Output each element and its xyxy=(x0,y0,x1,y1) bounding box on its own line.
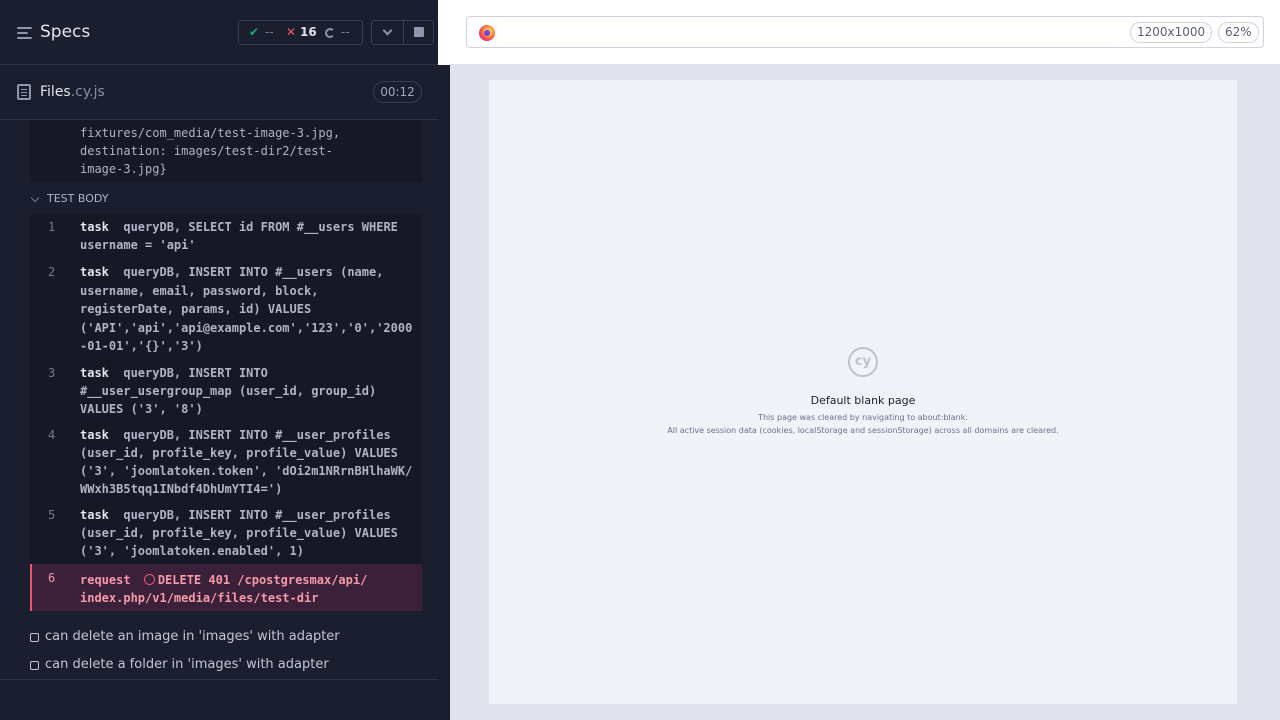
scrollbar-track[interactable] xyxy=(438,65,450,720)
command-number: 4 xyxy=(48,428,56,442)
reporter-panel: Specs ✔ -- ✕ 16 -- Files.cy.js 00:12 fix… xyxy=(0,0,438,720)
specs-header: Specs ✔ -- ✕ 16 -- xyxy=(0,0,438,65)
spec-file-bar: Files.cy.js 00:12 xyxy=(0,65,438,120)
pending-count: -- xyxy=(341,25,350,39)
before-block: fixtures/com_media/test-image-3.jpg, des… xyxy=(30,120,422,182)
command-number: 3 xyxy=(48,366,56,380)
menu-icon[interactable] xyxy=(17,27,32,39)
command-row[interactable]: 5 task queryDB, INSERT INTO #__user_prof… xyxy=(30,506,422,560)
test-stats: ✔ -- ✕ 16 -- xyxy=(238,20,363,45)
app-under-test-frame[interactable]: cy Default blank page This page was clea… xyxy=(489,80,1237,704)
cypress-logo-icon: cy xyxy=(848,347,878,377)
blank-page-description: All active session data (cookies, localS… xyxy=(667,426,1059,435)
file-extension: .cy.js xyxy=(70,84,105,100)
command-row[interactable]: 2 task queryDB, INSERT INTO #__users (na… xyxy=(30,263,422,353)
before-block-text: fixtures/com_media/test-image-3.jpg, des… xyxy=(80,126,341,176)
command-number: 1 xyxy=(48,220,56,234)
test-title: can delete a folder in 'images' with ada… xyxy=(45,657,329,672)
command-row[interactable]: 4 task queryDB, INSERT INTO #__user_prof… xyxy=(30,426,422,498)
specs-title[interactable]: Specs xyxy=(40,22,90,42)
command-name: request xyxy=(80,573,131,587)
document-icon xyxy=(17,84,31,100)
blank-page-description: This page was cleared by navigating to a… xyxy=(758,413,968,422)
command-number: 6 xyxy=(48,571,56,585)
passed-count: -- xyxy=(265,25,274,39)
failed-command-row[interactable]: 6 request DELETE 401 /cpostgresmax/api/ … xyxy=(30,564,422,611)
pending-square-icon xyxy=(30,633,39,642)
command-message: queryDB, INSERT INTO #__user_profiles (u… xyxy=(80,428,413,496)
chevron-down-icon[interactable] xyxy=(30,193,40,203)
command-name: task xyxy=(80,220,109,234)
firefox-icon xyxy=(479,25,495,41)
command-name: task xyxy=(80,366,109,380)
command-name: task xyxy=(80,508,109,522)
command-row[interactable]: 3 task queryDB, INSERT INTO #__user_user… xyxy=(30,364,422,418)
check-icon: ✔ xyxy=(249,25,260,39)
blank-page-title: Default blank page xyxy=(810,394,916,407)
failed-circle-icon xyxy=(143,574,155,585)
command-message: queryDB, INSERT INTO #__user_usergroup_m… xyxy=(80,366,377,416)
run-controls xyxy=(371,20,434,45)
command-log: fixtures/com_media/test-image-3.jpg, des… xyxy=(0,120,438,679)
command-number: 2 xyxy=(48,265,56,279)
spec-file-name[interactable]: Files.cy.js xyxy=(40,84,105,100)
command-message: queryDB, SELECT id FROM #__users WHERE u… xyxy=(80,220,398,252)
app-preview-panel: 1200x1000 62% cy Default blank page This… xyxy=(450,0,1280,720)
test-body-header[interactable]: TEST BODY xyxy=(47,192,108,205)
viewport-size-badge[interactable]: 1200x1000 xyxy=(1130,22,1213,43)
command-name: task xyxy=(80,265,109,279)
stop-icon[interactable] xyxy=(404,21,434,44)
test-title: can delete an image in 'images' with ada… xyxy=(45,629,340,644)
pending-icon xyxy=(325,28,335,38)
command-message: queryDB, INSERT INTO #__users (name, use… xyxy=(80,265,413,353)
failed-count: 16 xyxy=(300,25,317,39)
url-bar[interactable]: 1200x1000 62% xyxy=(466,16,1264,48)
file-base-name: Files xyxy=(40,84,71,100)
command-message: queryDB, INSERT INTO #__user_profiles (u… xyxy=(80,508,398,558)
pending-square-icon xyxy=(30,661,39,670)
duration-badge: 00:12 xyxy=(373,81,422,103)
command-row[interactable]: 1 task queryDB, SELECT id FROM #__users … xyxy=(30,218,422,254)
divider xyxy=(0,679,438,680)
cross-icon: ✕ xyxy=(286,25,297,39)
command-number: 5 xyxy=(48,508,56,522)
browser-toolbar: 1200x1000 62% xyxy=(450,0,1280,64)
chevron-down-icon[interactable] xyxy=(372,21,403,44)
command-name: task xyxy=(80,428,109,442)
zoom-badge: 62% xyxy=(1218,22,1259,43)
